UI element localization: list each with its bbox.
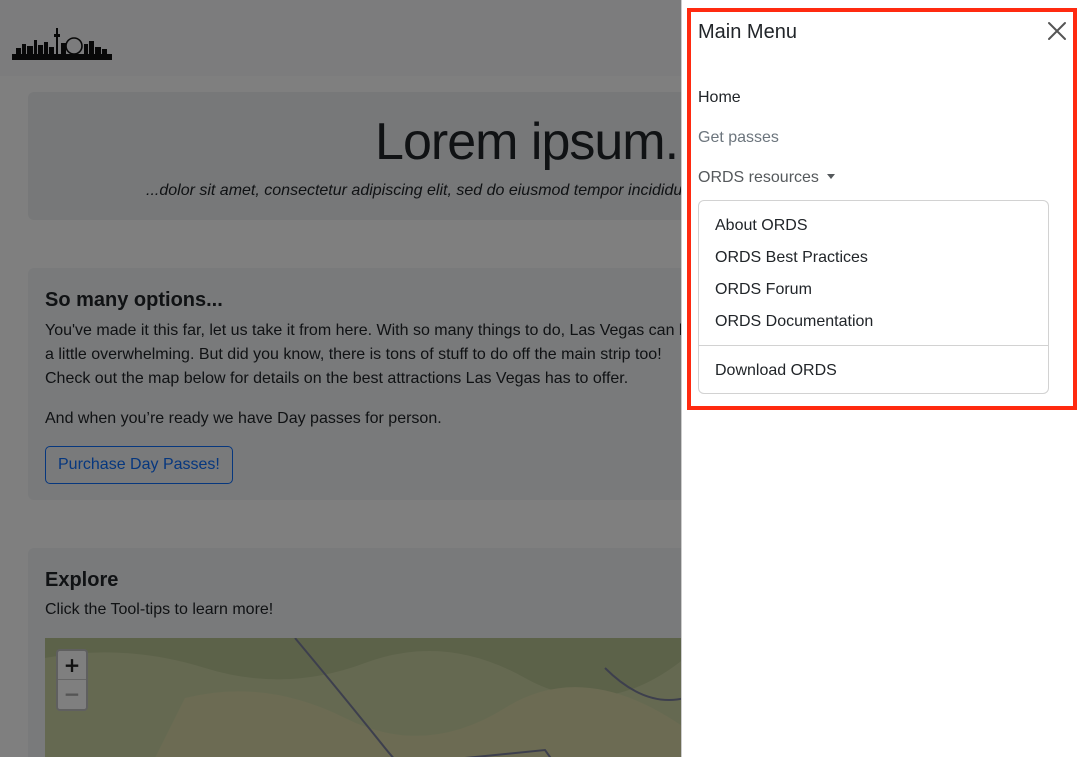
dropdown-item-ords-best-practices[interactable]: ORDS Best Practices: [715, 246, 868, 270]
close-button[interactable]: [1046, 20, 1068, 42]
dropdown-item-ords-documentation[interactable]: ORDS Documentation: [715, 310, 873, 334]
dropdown-item-ords-forum[interactable]: ORDS Forum: [715, 278, 812, 302]
offcanvas-title: Main Menu: [698, 21, 797, 43]
caret-down-icon: [826, 174, 835, 179]
nav-dropdown-ords-resources[interactable]: ORDS resources: [698, 166, 835, 190]
dropdown-item-about-ords[interactable]: About ORDS: [715, 214, 807, 238]
nav-link-get-passes[interactable]: Get passes: [698, 126, 779, 150]
dropdown-item-download-ords[interactable]: Download ORDS: [715, 359, 837, 383]
nav-link-home[interactable]: Home: [698, 86, 741, 110]
dropdown-divider: [699, 345, 1048, 346]
ords-dropdown-menu: About ORDS ORDS Best Practices ORDS Foru…: [698, 200, 1049, 394]
main-menu-offcanvas: Main Menu Home Get passes ORDS resources…: [681, 0, 1080, 757]
close-icon: [1048, 22, 1066, 40]
nav-dropdown-label: ORDS resources: [698, 169, 819, 186]
